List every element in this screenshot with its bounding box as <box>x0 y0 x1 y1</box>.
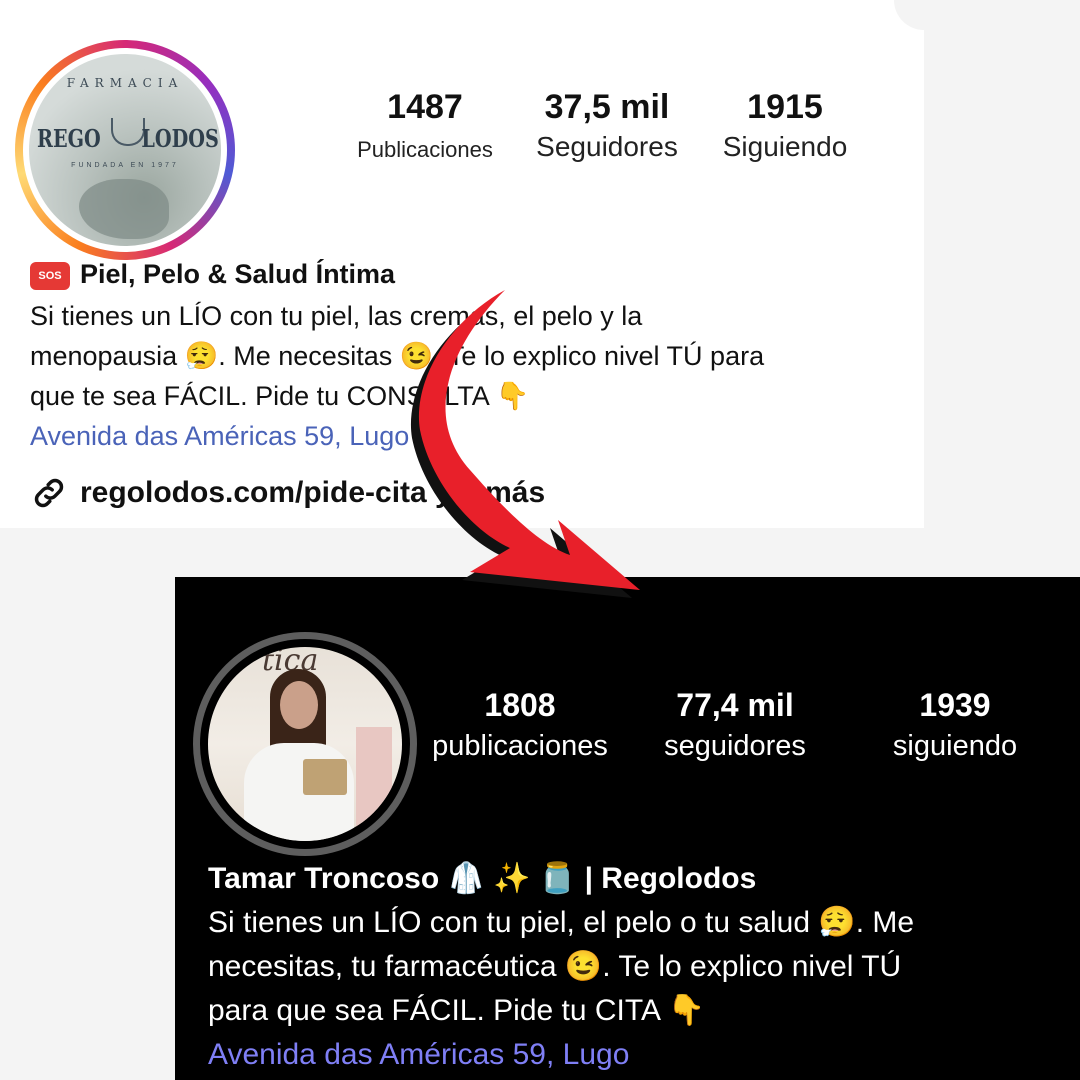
location-link[interactable]: Avenida das Américas 59, Lugo <box>208 1033 1068 1077</box>
logo-top-text: FARMACIA <box>66 76 184 90</box>
logo-sub-text: FUNDADA EN 1977 <box>71 162 179 169</box>
bio-line: menopausia 😮‍💨. Me necesitas 😉. Te lo ex… <box>30 341 765 371</box>
logo-leaf <box>79 179 169 239</box>
old-profile-card: FARMACIA REGO LODOS FUNDADA EN 1977 1487… <box>0 0 924 528</box>
photo-face <box>280 681 318 729</box>
location-link[interactable]: Avenida das Américas 59, Lugo <box>30 416 764 456</box>
new-profile-avatar[interactable]: tica <box>193 632 417 856</box>
stat-following-value: 1915 <box>747 88 823 126</box>
stat-posts-label: Publicaciones <box>357 137 493 162</box>
old-profile-avatar[interactable]: FARMACIA REGO LODOS FUNDADA EN 1977 <box>15 40 235 260</box>
stat-followers[interactable]: 77,4 mil seguidores <box>645 687 825 763</box>
bio-line: para que sea FÁCIL. Pide tu CITA 👇 <box>208 994 706 1027</box>
bio-line: necesitas, tu farmacéutica 😉. Te lo expl… <box>208 950 902 983</box>
new-profile-card: tica 1808 publicaciones 77,4 mil seguido… <box>175 577 1080 1080</box>
card-corner <box>894 0 924 30</box>
stat-followers-label: Seguidores <box>536 131 678 162</box>
sos-icon: SOS <box>30 261 70 290</box>
photo-box <box>303 759 347 795</box>
stat-followers-value: 37,5 mil <box>544 88 670 126</box>
profile-bio: Tamar Troncoso 🥼 ✨ 🫙 | Regolodos Si tien… <box>208 857 1068 1077</box>
stat-following-label: siguiendo <box>892 730 1018 762</box>
stat-posts-label: publicaciones <box>432 730 608 762</box>
stat-posts[interactable]: 1487 Publicaciones <box>345 88 505 163</box>
stat-posts[interactable]: 1808 publicaciones <box>420 687 620 763</box>
stat-following-value: 1939 <box>919 687 991 723</box>
bio-line: Si tienes un LÍO con tu piel, las cremas… <box>30 301 643 331</box>
link-icon <box>34 478 64 508</box>
photo-shelf <box>356 727 392 837</box>
logo-left-text: REGO <box>37 124 101 153</box>
stat-posts-value: 1487 <box>387 88 463 126</box>
bio-line: que te sea FÁCIL. Pide tu CONSULTA 👇 <box>30 381 530 411</box>
bio-line: Si tienes un LÍO con tu piel, el pelo o … <box>208 906 915 939</box>
stat-followers-label: seguidores <box>664 730 806 762</box>
logo-right-text: LODOS <box>141 124 219 153</box>
profile-photo: tica <box>208 647 402 841</box>
website-link-text: regolodos.com/pide-cita y 1 más <box>80 476 546 509</box>
mortar-icon <box>111 118 145 146</box>
profile-bio: Si tienes un LÍO con tu piel, las cremas… <box>30 296 764 456</box>
stat-posts-value: 1808 <box>484 687 556 723</box>
stat-followers[interactable]: 37,5 mil Seguidores <box>522 88 692 163</box>
stat-following-label: Siguiendo <box>722 131 848 162</box>
profile-name-text: Piel, Pelo & Salud Íntima <box>80 259 396 289</box>
profile-name: SOS Piel, Pelo & Salud Íntima <box>30 254 395 294</box>
stat-followers-value: 77,4 mil <box>676 687 794 723</box>
profile-name: Tamar Troncoso 🥼 ✨ 🫙 | Regolodos <box>208 862 757 895</box>
pharmacy-logo: FARMACIA REGO LODOS FUNDADA EN 1977 <box>29 54 221 246</box>
website-link[interactable]: regolodos.com/pide-cita y 1 más <box>30 474 545 512</box>
stat-following[interactable]: 1915 Siguiendo <box>710 88 860 163</box>
stat-following[interactable]: 1939 siguiendo <box>865 687 1045 763</box>
